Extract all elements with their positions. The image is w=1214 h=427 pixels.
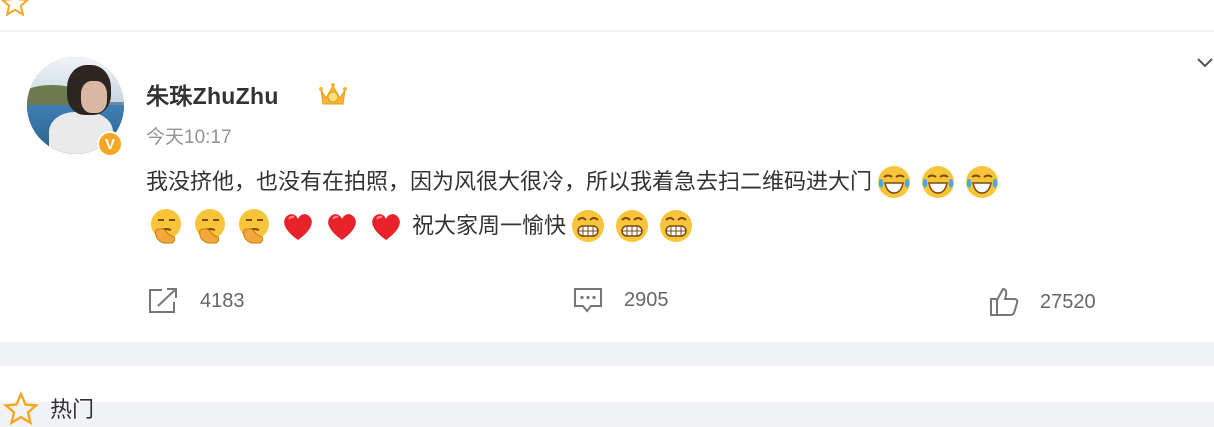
laugh-cry-emoji-icon — [878, 166, 911, 198]
chevron-down-icon[interactable] — [1196, 56, 1214, 70]
weibo-post-card: V 朱珠ZhuZhu 今天10:17 我没挤他，也没有在拍照，因为风很大很冷，所… — [0, 32, 1214, 342]
hot-section: 热门 — [0, 366, 1214, 426]
verified-badge-icon: V — [97, 131, 123, 157]
comment-count: 2905 — [624, 288, 669, 311]
post-text-line-2: 祝大家周一愉快 — [148, 204, 1206, 248]
heart-emoji-icon — [328, 214, 356, 240]
heart-emoji-icon — [284, 214, 312, 240]
star-icon — [0, 0, 30, 17]
post-text-line-1: 我没挤他，也没有在拍照，因为风很大很冷，所以我着急去扫二维码进大门 — [146, 160, 1206, 204]
like-button[interactable]: 27520 — [988, 286, 1096, 318]
previous-card-strip — [0, 0, 1214, 30]
thinking-emoji-icon — [239, 209, 269, 244]
thumbs-up-icon — [990, 287, 1019, 316]
repost-icon — [149, 288, 177, 313]
thinking-emoji-icon — [151, 209, 181, 244]
like-count: 27520 — [1040, 290, 1096, 313]
grin-emoji-icon — [660, 210, 693, 242]
post-timestamp[interactable]: 今天10:17 — [146, 122, 232, 149]
comment-icon — [574, 288, 602, 313]
repost-count: 4183 — [200, 289, 245, 312]
username[interactable]: 朱珠ZhuZhu — [146, 77, 279, 111]
grin-emoji-icon — [616, 210, 649, 242]
hot-label[interactable]: 热门 — [50, 392, 94, 424]
post-text-greeting: 祝大家周一愉快 — [412, 213, 567, 238]
thinking-emoji-icon — [195, 209, 225, 244]
comment-button[interactable]: 2905 — [572, 286, 669, 314]
post-body: 我没挤他，也没有在拍照，因为风很大很冷，所以我着急去扫二维码进大门 祝大家周一愉… — [146, 160, 1206, 248]
laugh-cry-emoji-icon — [966, 166, 999, 198]
laugh-cry-emoji-icon — [922, 166, 955, 198]
repost-button[interactable]: 4183 — [146, 286, 245, 316]
grin-emoji-icon — [572, 210, 605, 242]
post-text: 我没挤他，也没有在拍照，因为风很大很冷，所以我着急去扫二维码进大门 — [146, 169, 873, 194]
crown-member-icon[interactable] — [318, 80, 348, 108]
heart-emoji-icon — [372, 214, 400, 240]
star-icon — [3, 391, 39, 426]
